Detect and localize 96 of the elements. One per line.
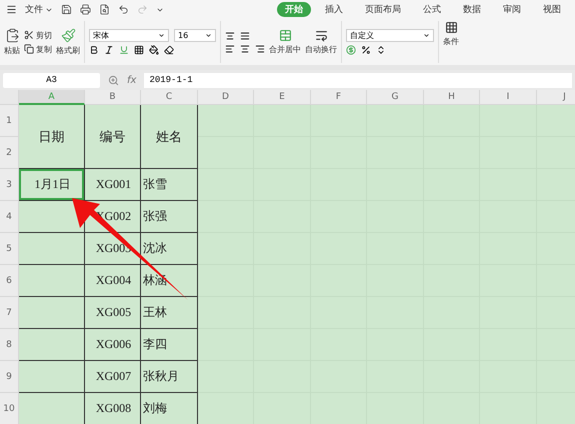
column-header[interactable]: J — [537, 90, 575, 105]
table-cell: XG006 — [85, 329, 141, 361]
align-middle-icon[interactable] — [225, 30, 235, 40]
percent-icon[interactable] — [361, 45, 371, 55]
align-bottom-icon[interactable] — [240, 30, 250, 40]
caret-icon — [423, 32, 430, 39]
row-header[interactable]: 8 — [0, 329, 19, 361]
column-header[interactable]: G — [367, 90, 424, 105]
align-left-icon[interactable] — [225, 44, 235, 54]
empty-cell — [311, 105, 367, 137]
ribbon-tab[interactable]: 插入 — [317, 2, 351, 17]
empty-cell — [198, 297, 254, 329]
table-cell: 张强 — [141, 201, 198, 233]
header-cell: 编号 — [85, 105, 141, 169]
header-cell: 姓名 — [141, 105, 198, 169]
bold-icon[interactable] — [89, 45, 99, 55]
ribbon-tab[interactable]: 审阅 — [495, 2, 529, 17]
table-cell: 张秋月 — [141, 361, 198, 393]
font-name-field[interactable]: 宋体 — [89, 29, 169, 42]
table-cell: 刘梅 — [141, 393, 198, 424]
copy-button[interactable]: 复制 — [24, 44, 52, 54]
print-preview-icon[interactable] — [99, 4, 110, 15]
table-cell: XG007 — [85, 361, 141, 393]
empty-cell — [198, 233, 254, 265]
empty-cell — [254, 105, 311, 137]
empty-cell — [198, 265, 254, 297]
empty-cell — [367, 105, 424, 137]
font-size-field[interactable]: 16 — [174, 29, 216, 42]
table-cell: XG004 — [85, 265, 141, 297]
undo-icon[interactable] — [118, 4, 129, 15]
row-header[interactable]: 7 — [0, 297, 19, 329]
file-menu[interactable]: 文件 — [25, 3, 53, 16]
align-right-icon[interactable] — [255, 44, 265, 54]
table-cell: 1月1日 — [19, 169, 85, 201]
formula-field[interactable]: 2019-1-1 — [144, 72, 572, 88]
fx-label[interactable]: fx — [127, 74, 136, 86]
column-header[interactable]: I — [480, 90, 537, 105]
row-header[interactable]: 3 — [0, 169, 19, 201]
eraser-icon[interactable] — [164, 45, 174, 55]
grid-icon — [444, 21, 458, 34]
underline-icon[interactable] — [119, 45, 129, 55]
column-header[interactable]: B — [85, 90, 141, 105]
italic-icon[interactable] — [104, 45, 114, 55]
row-header[interactable]: 9 — [0, 361, 19, 393]
table-cell: XG008 — [85, 393, 141, 424]
borders-icon[interactable] — [134, 45, 144, 55]
column-header[interactable]: E — [254, 90, 311, 105]
empty-cell — [198, 169, 254, 201]
row-header[interactable]: 5 — [0, 233, 19, 265]
merge-center-button[interactable]: 合并居中 — [269, 29, 301, 55]
wrap-text-icon — [314, 29, 328, 42]
ribbon-tab[interactable]: 视图 — [535, 2, 569, 17]
table-cell: 李四 — [141, 329, 198, 361]
caret-icon — [158, 32, 165, 39]
brush-icon — [60, 28, 76, 43]
zoom-icon[interactable] — [108, 74, 119, 86]
empty-cell — [198, 201, 254, 233]
column-header[interactable]: C — [141, 90, 198, 105]
row-header[interactable]: 4 — [0, 201, 19, 233]
scissors-icon — [24, 30, 34, 40]
empty-cell — [424, 105, 480, 137]
ribbon-tab[interactable]: 页面布局 — [357, 2, 409, 17]
paste-button[interactable]: 粘贴 — [4, 28, 20, 56]
format-painter-button[interactable]: 格式刷 — [56, 28, 80, 56]
table-cell: XG005 — [85, 297, 141, 329]
name-box[interactable]: A3 — [3, 72, 100, 88]
currency-icon[interactable] — [346, 45, 356, 55]
ribbon-tab[interactable]: 数据 — [455, 2, 489, 17]
align-center-icon[interactable] — [240, 44, 250, 54]
merge-cells-icon — [278, 29, 292, 42]
empty-cell — [198, 361, 254, 393]
column-header[interactable]: H — [424, 90, 480, 105]
column-header[interactable]: F — [311, 90, 367, 105]
empty-cell — [198, 329, 254, 361]
save-icon[interactable] — [61, 4, 72, 15]
empty-cell — [198, 137, 254, 169]
caret-icon — [205, 32, 212, 39]
row-header[interactable]: 2 — [0, 137, 19, 169]
fill-color-icon[interactable] — [149, 45, 159, 55]
printer-icon[interactable] — [80, 4, 91, 15]
conditional-format-button[interactable]: 条件 — [443, 21, 459, 63]
menu-icon[interactable] — [6, 4, 17, 15]
row-header[interactable]: 1 — [0, 105, 19, 137]
decimal-icon[interactable] — [376, 45, 386, 55]
column-header[interactable]: D — [198, 90, 254, 105]
wrap-text-button[interactable]: 自动换行 — [305, 29, 337, 55]
row-header[interactable]: 10 — [0, 393, 19, 424]
table-cell: 王林 — [141, 297, 198, 329]
copy-icon — [24, 44, 34, 54]
ribbon-tab[interactable]: 开始 — [277, 2, 311, 17]
ribbon-tab[interactable]: 公式 — [415, 2, 449, 17]
cut-button[interactable]: 剪切 — [24, 30, 52, 40]
row-header[interactable]: 6 — [0, 265, 19, 297]
empty-cell — [198, 105, 254, 137]
number-format-field[interactable]: 自定义 — [346, 29, 434, 42]
clipboard-icon — [4, 28, 20, 43]
